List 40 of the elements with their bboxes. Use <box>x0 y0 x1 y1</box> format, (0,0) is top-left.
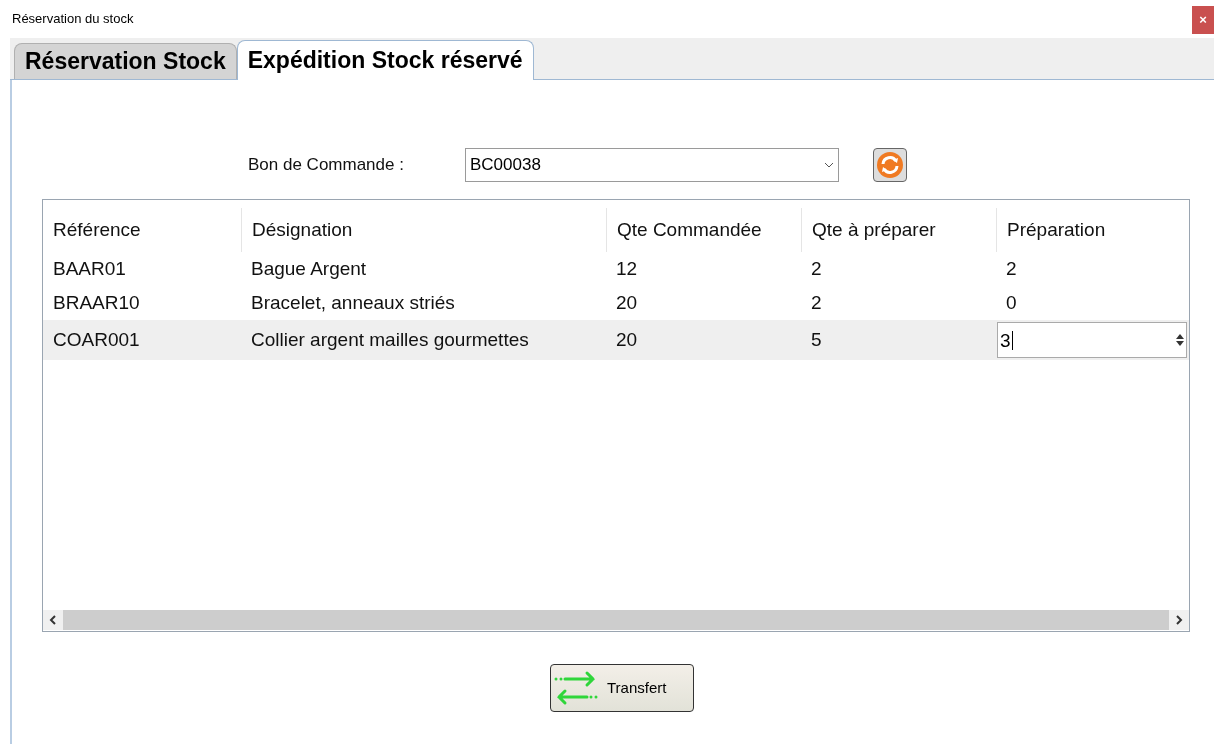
table-row[interactable]: COAR001 Collier argent mailles gourmettes 20 5 3 <box>43 320 1189 360</box>
table-cell-text: Collier argent mailles gourmettes <box>250 327 530 352</box>
table-row[interactable]: BAAR01 Bague Argent 12 2 2 <box>43 252 1189 286</box>
table-cell-text: Bracelet, anneaux striés <box>250 290 456 315</box>
window-title: Réservation du stock <box>12 10 134 29</box>
table-cell-text: 20 <box>615 327 639 352</box>
tab[interactable]: Réservation Stock <box>14 43 237 79</box>
transfer-button[interactable]: Transfert <box>550 664 694 712</box>
table-cell-text: 12 <box>615 256 639 281</box>
scroll-left-icon[interactable] <box>43 610 63 630</box>
table-cell-text: 2 <box>810 290 823 315</box>
table-cell-text: 2 <box>1005 256 1018 281</box>
scroll-right-icon[interactable] <box>1169 610 1189 630</box>
up-arrow-icon[interactable] <box>1176 334 1184 339</box>
order-value: BC00038 <box>470 154 541 177</box>
refresh-icon <box>876 151 904 179</box>
transfer-arrows-icon <box>553 670 599 706</box>
horizontal-scrollbar[interactable] <box>43 610 1189 630</box>
table-cell-text: COAR001 <box>52 327 141 352</box>
table-row[interactable]: BRAAR10 Bracelet, anneaux striés 20 2 0 <box>43 286 1189 320</box>
down-arrow-icon[interactable] <box>1176 341 1184 346</box>
column-header[interactable]: Qte à préparer <box>801 208 996 252</box>
column-header[interactable]: Qte Commandée <box>606 208 801 252</box>
chevron-down-icon <box>824 162 834 168</box>
column-header[interactable]: Référence <box>43 208 241 252</box>
close-button[interactable]: × <box>1192 6 1214 34</box>
table-cell-text: 5 <box>810 327 823 352</box>
table-cell-text: 20 <box>615 290 639 315</box>
table-cell-text: Bague Argent <box>250 256 368 281</box>
order-dropdown[interactable]: BC00038 <box>465 148 839 182</box>
tab[interactable]: Expédition Stock réservé <box>236 40 534 80</box>
table-cell-text: BAAR01 <box>52 256 127 281</box>
table-cell-text: BRAAR10 <box>52 290 141 315</box>
table-cell-text: 0 <box>1005 290 1018 315</box>
column-header[interactable]: Désignation <box>241 208 606 252</box>
refresh-button[interactable] <box>873 148 907 182</box>
column-header[interactable]: Préparation <box>996 208 1188 252</box>
order-label: Bon de Commande : <box>248 154 405 177</box>
table-cell-text: 2 <box>810 256 823 281</box>
quantity-spinner[interactable]: 3 <box>997 322 1187 358</box>
